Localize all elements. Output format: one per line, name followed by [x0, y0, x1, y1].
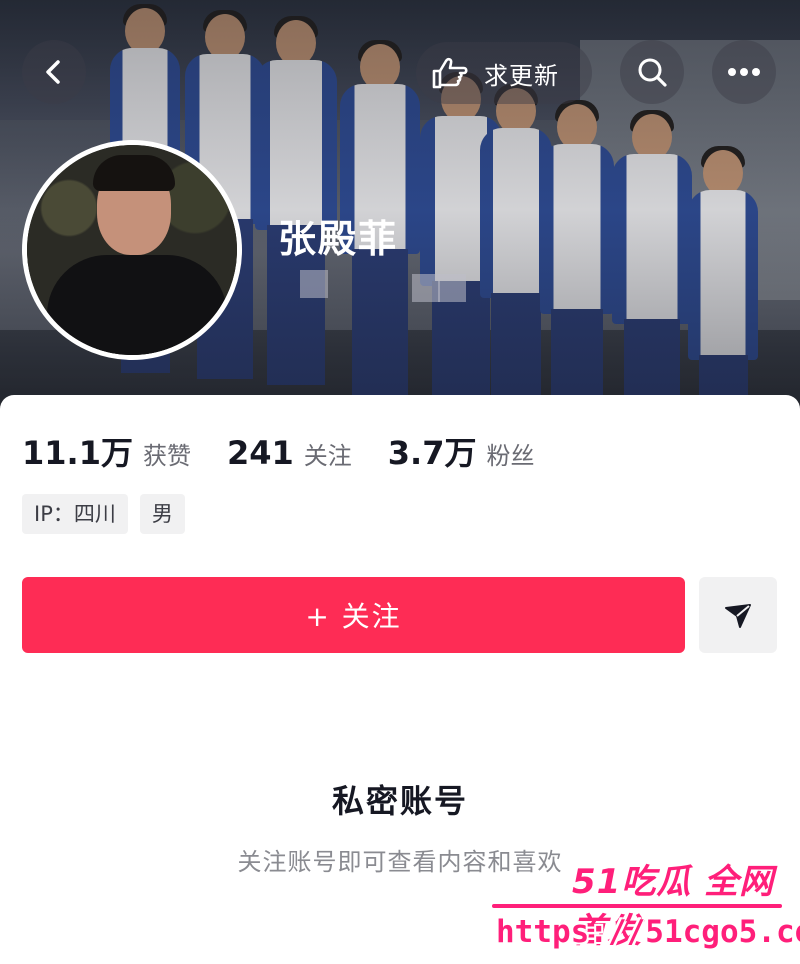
watermark-divider: [492, 904, 782, 908]
blurred-badge: [438, 274, 466, 302]
profile-tags: IP：四川 男: [22, 494, 197, 534]
send-arrow-icon: [725, 604, 751, 628]
request-update-button[interactable]: 求更新: [416, 42, 592, 104]
gender-tag: 男: [139, 494, 185, 534]
back-button[interactable]: [22, 40, 86, 104]
blurred-badge: [412, 274, 440, 302]
stat-label: 获赞: [142, 442, 191, 470]
profile-name: 张殿菲: [278, 217, 399, 261]
stat-value: 241: [226, 434, 294, 472]
avatar[interactable]: [22, 140, 242, 360]
follow-button[interactable]: + 关注: [22, 577, 685, 653]
blurred-badge: [300, 270, 328, 298]
watermark: 51吃瓜 全网首发 https://51cgo5.com: [472, 848, 800, 958]
stat-following[interactable]: 241 关注: [227, 434, 352, 472]
back-chevron-icon: [46, 60, 60, 84]
stat-label: 粉丝: [486, 442, 535, 470]
share-button[interactable]: [699, 577, 777, 653]
more-dots-icon: [728, 68, 760, 76]
search-icon: [638, 58, 667, 87]
watermark-url: https://51cgo5.com: [496, 914, 800, 950]
stats-row: 11.1万 获赞 241 关注 3.7万 粉丝: [22, 428, 570, 474]
stat-label: 关注: [303, 442, 352, 470]
stat-value: 11.1万: [22, 434, 133, 472]
request-update-label: 求更新: [484, 61, 559, 90]
stat-likes[interactable]: 11.1万 获赞: [22, 428, 191, 474]
more-button[interactable]: [712, 40, 776, 104]
stat-followers[interactable]: 3.7万 粉丝: [388, 428, 535, 474]
stat-value: 3.7万: [387, 434, 477, 472]
ip-location-tag: IP：四川: [22, 494, 128, 534]
search-button[interactable]: [620, 40, 684, 104]
pointing-hand-icon: [432, 57, 468, 89]
private-account-title: 私密账号: [331, 782, 468, 820]
